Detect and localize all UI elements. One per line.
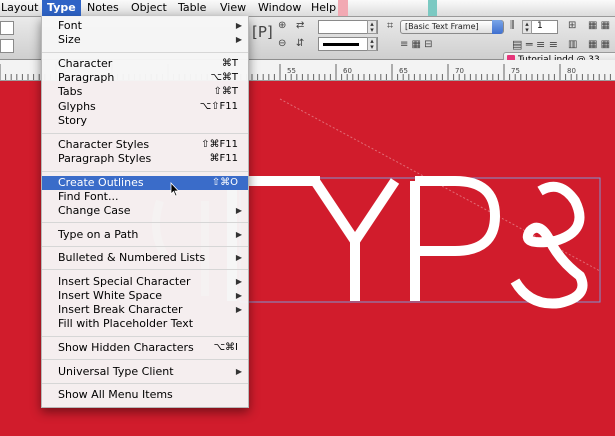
menu-bar: Layout Type Notes Object Table View Wind… [0, 0, 615, 17]
menu-item-create-outlines[interactable]: Create Outlines ⇧⌘O [42, 176, 248, 190]
grid-icon[interactable]: ▦ ▦ [588, 20, 610, 32]
menu-item-character[interactable]: Character ⌘T [42, 57, 248, 71]
menu-item-insert-break-character[interactable]: Insert Break Character ▶ [42, 303, 248, 317]
menu-item-story[interactable]: Story [42, 114, 248, 128]
menu-item-insert-special-character[interactable]: Insert Special Character ▶ [42, 275, 248, 289]
frame-style-select[interactable]: [Basic Text Frame] [400, 20, 504, 34]
submenu-arrow-icon: ▶ [235, 35, 242, 44]
menu-window[interactable]: Window [253, 0, 306, 16]
menu-item-tabs[interactable]: Tabs ⇧⌘T [42, 85, 248, 99]
columns-value: 1 [537, 21, 543, 31]
vertical-align-icons[interactable]: ▤ ═ ≡ ≡ [512, 39, 558, 51]
stroke-type-stepper[interactable]: ▴ ▾ [367, 37, 377, 51]
submenu-arrow-icon: ▶ [235, 230, 242, 239]
stroke-weight-field[interactable]: ▴ ▾ [318, 20, 378, 34]
type-letters [227, 176, 588, 309]
stroke-icon[interactable]: ⇄ [296, 20, 304, 32]
menu-item-show-all-menu-items[interactable]: Show All Menu Items [42, 388, 248, 402]
type-menu: Font ▶ Size ▶ Character ⌘T Paragraph ⌥⌘T Tab… [41, 16, 249, 408]
menu-item-find-font[interactable]: Find Font... [42, 190, 248, 204]
menu-item-glyphs[interactable]: Glyphs ⌥⇧F11 [42, 100, 248, 114]
submenu-arrow-icon: ▶ [235, 305, 242, 314]
menu-table[interactable]: Table [173, 0, 211, 16]
columns-field[interactable]: 1 ▴ ▾ [522, 20, 558, 34]
ruler-number: 75 [511, 67, 520, 75]
window-accent-marker [428, 0, 437, 16]
menu-separator [42, 171, 248, 172]
menu-separator [42, 383, 248, 384]
menu-item-change-case[interactable]: Change Case ▶ [42, 204, 248, 218]
submenu-arrow-icon: ▶ [235, 206, 242, 215]
submenu-arrow-icon: ▶ [235, 253, 242, 262]
menu-object[interactable]: Object [126, 0, 172, 16]
grid-icon[interactable]: ▦ ▦ [588, 39, 610, 51]
paragraph-bracket-icon[interactable]: [P] [252, 25, 273, 40]
menu-separator [42, 269, 248, 270]
swap-icon[interactable]: ⇵ [296, 38, 304, 50]
flip-icon[interactable]: ⊖ [278, 38, 286, 50]
menu-help[interactable]: Help [306, 0, 341, 16]
align-icons[interactable]: ≡ ▦ ⊟ [400, 39, 433, 51]
menu-separator [42, 52, 248, 53]
leading-field[interactable] [0, 39, 14, 53]
menu-separator [42, 246, 248, 247]
menu-item-size[interactable]: Size ▶ [42, 33, 248, 47]
window-accent-marker [338, 0, 348, 16]
menu-notes[interactable]: Notes [82, 0, 124, 16]
stroke-type-select[interactable]: ▴ ▾ [318, 37, 378, 51]
ruler-number: 60 [343, 67, 352, 75]
ruler-number: 55 [287, 67, 296, 75]
font-size-field[interactable] [0, 21, 14, 35]
ruler-number: 80 [567, 67, 576, 75]
submenu-arrow-icon: ▶ [235, 21, 242, 30]
submenu-arrow-icon: ▶ [235, 291, 242, 300]
stroke-weight-stepper[interactable]: ▴ ▾ [367, 20, 377, 34]
mouse-pointer-icon [170, 182, 180, 197]
span-icon[interactable]: ▥ [568, 39, 577, 51]
menu-item-character-styles[interactable]: Character Styles ⇧⌘F11 [42, 138, 248, 152]
menu-item-paragraph[interactable]: Paragraph ⌥⌘T [42, 71, 248, 85]
submenu-arrow-icon: ▶ [235, 367, 242, 376]
menu-item-bulleted-numbered-lists[interactable]: Bulleted & Numbered Lists ▶ [42, 251, 248, 265]
rotate-icon[interactable]: ⊕ [278, 20, 286, 32]
menu-item-fill-with-placeholder-text[interactable]: Fill with Placeholder Text [42, 317, 248, 331]
menu-type[interactable]: Type [42, 0, 81, 16]
menu-item-insert-white-space[interactable]: Insert White Space ▶ [42, 289, 248, 303]
menu-item-font[interactable]: Font ▶ [42, 19, 248, 33]
menu-item-universal-type-client[interactable]: Universal Type Client ▶ [42, 365, 248, 379]
submenu-arrow-icon: ▶ [235, 277, 242, 286]
menu-separator [42, 133, 248, 134]
menu-view[interactable]: View [215, 0, 251, 16]
menu-item-paragraph-styles[interactable]: Paragraph Styles ⌘F11 [42, 152, 248, 166]
menu-separator [42, 336, 248, 337]
frame-style-label: [Basic Text Frame] [405, 22, 479, 31]
menu-layout[interactable]: Layout [0, 0, 43, 16]
columns-stepper[interactable]: ▴ ▾ [522, 20, 532, 34]
menu-separator [42, 222, 248, 223]
ruler-number: 70 [455, 67, 464, 75]
wrap-icon[interactable]: ⊞ [568, 20, 576, 32]
columns-icon[interactable]: ⫼ [510, 20, 515, 32]
menu-item-show-hidden-characters[interactable]: Show Hidden Characters ⌥⌘I [42, 341, 248, 355]
select-arrow-icon [492, 20, 503, 34]
menu-item-type-on-a-path[interactable]: Type on a Path ▶ [42, 228, 248, 242]
menu-separator [42, 359, 248, 360]
text-frame-icon: ⌗ [387, 19, 394, 32]
ruler-number: 65 [399, 67, 408, 75]
